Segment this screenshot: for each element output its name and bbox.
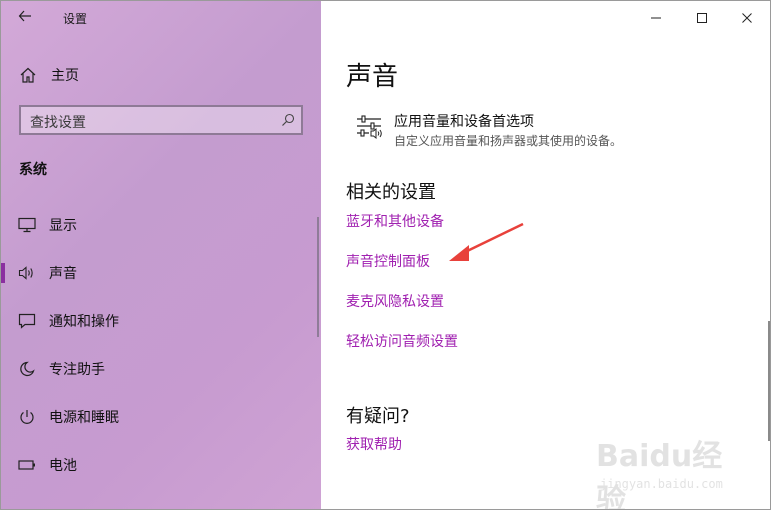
sidebar: 设置 主页 查找设置 系统 显示 声音 通知和操作 专注助手 电源和睡眠 电池 (1, 1, 321, 509)
speaker-icon (18, 266, 33, 280)
power-icon (20, 410, 34, 424)
baidu-watermark: Baidu经验 jingyan.baidu.com (592, 431, 742, 509)
related-settings-heading: 相关的设置 (346, 182, 436, 203)
sidebar-item-notifications[interactable]: 通知和操作 (1, 297, 321, 345)
search-placeholder: 查找设置 (30, 115, 86, 131)
sidebar-item-sound[interactable]: 声音 (1, 249, 321, 297)
search-icon[interactable] (281, 113, 295, 127)
sidebar-item-focus-assist[interactable]: 专注助手 (1, 345, 321, 393)
home-label: 主页 (51, 68, 79, 84)
watermark-main: Baidu经验 (596, 439, 723, 510)
back-button[interactable] (15, 9, 35, 27)
sidebar-item-power-sleep[interactable]: 电源和睡眠 (1, 393, 321, 441)
sidebar-item-label: 通知和操作 (49, 314, 119, 330)
link-sound-control-panel[interactable]: 声音控制面板 (346, 251, 430, 271)
link-get-help[interactable]: 获取帮助 (346, 434, 402, 454)
mixer-sliders-icon (357, 115, 382, 140)
close-icon (742, 13, 752, 23)
sidebar-item-label: 声音 (49, 266, 77, 282)
search-input[interactable]: 查找设置 (19, 105, 303, 135)
link-ease-of-access-audio[interactable]: 轻松访问音频设置 (346, 331, 458, 351)
moon-icon (20, 361, 35, 377)
battery-icon (18, 460, 35, 470)
sidebar-item-home[interactable]: 主页 (19, 63, 299, 87)
monitor-icon (18, 217, 36, 233)
maximize-icon (697, 13, 707, 23)
link-microphone-privacy[interactable]: 麦克风隐私设置 (346, 291, 444, 311)
sidebar-item-battery[interactable]: 电池 (1, 441, 321, 489)
back-arrow-icon (18, 10, 31, 22)
app-volume-option[interactable]: 应用音量和设备首选项 自定义应用音量和扬声器或其使用的设备。 (355, 109, 755, 153)
section-title: 系统 (19, 162, 47, 178)
minimize-button[interactable] (631, 1, 681, 35)
page-title: 声音 (346, 62, 399, 92)
sidebar-item-label: 显示 (49, 218, 77, 234)
sidebar-item-label: 电池 (49, 458, 77, 474)
link-bluetooth-devices[interactable]: 蓝牙和其他设备 (346, 211, 444, 231)
minimize-icon (651, 17, 661, 19)
option-title: 应用音量和设备首选项 (394, 114, 534, 130)
option-description: 自定义应用音量和扬声器或其使用的设备。 (394, 134, 623, 148)
maximize-button[interactable] (677, 1, 727, 35)
title-bar: 设置 (1, 1, 321, 35)
sidebar-item-label: 专注助手 (49, 362, 105, 378)
sidebar-item-label: 电源和睡眠 (49, 410, 119, 426)
sidebar-scrollbar[interactable] (317, 217, 319, 337)
app-title: 设置 (63, 12, 88, 26)
watermark-sub: jingyan.baidu.com (600, 477, 723, 491)
help-heading: 有疑问? (346, 406, 410, 427)
settings-window: 设置 主页 查找设置 系统 显示 声音 通知和操作 专注助手 电源和睡眠 电池 … (0, 0, 771, 510)
close-button[interactable] (722, 1, 770, 35)
sidebar-item-display[interactable]: 显示 (1, 201, 321, 249)
home-icon (20, 67, 36, 83)
annotation-arrow (449, 222, 524, 261)
content-scrollbar[interactable] (768, 321, 770, 441)
notification-icon (18, 313, 36, 329)
